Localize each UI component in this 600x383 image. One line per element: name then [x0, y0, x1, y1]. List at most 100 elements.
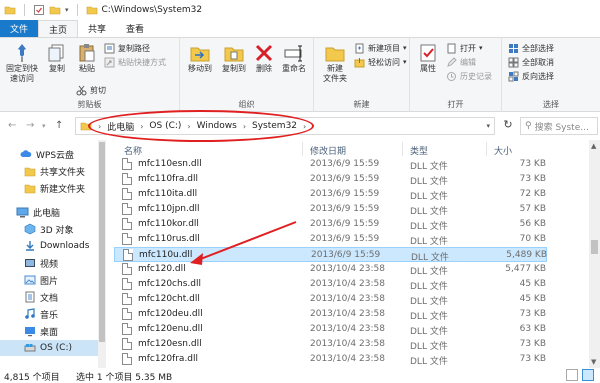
rename-button[interactable]: 重命名	[278, 42, 310, 74]
file-row[interactable]: mfc110u.dll 2013/6/9 15:59 DLL 文件 5,489 KB	[114, 247, 547, 263]
pin-quick-access-button[interactable]: 固定到快 速访问	[4, 42, 40, 84]
file-name: mfc110ita.dll	[138, 189, 198, 199]
breadcrumb-separator-icon[interactable]: ›	[140, 122, 143, 131]
nav-item-new-folder[interactable]: 新建文件夹	[24, 180, 85, 196]
nav-scrollbar[interactable]	[98, 140, 106, 368]
scroll-up-icon[interactable]: ▲	[591, 142, 596, 150]
large-icons-view-icon[interactable]	[582, 369, 594, 381]
forward-arrow-icon[interactable]: →	[26, 120, 34, 131]
easy-access-button[interactable]: 轻松访问 ▾	[354, 57, 407, 68]
easy-access-label: 轻松访问	[368, 58, 400, 67]
open-dropdown-icon: ▾	[479, 44, 483, 52]
nav-item-downloads[interactable]: Downloads	[24, 238, 89, 254]
column-divider[interactable]	[486, 142, 487, 156]
file-row[interactable]: mfc120.dll 2013/10/4 23:58 DLL 文件 5,477 KB	[114, 262, 547, 277]
breadcrumb-system32[interactable]: System32	[252, 121, 297, 131]
file-row[interactable]: mfc120fra.dll 2013/10/4 23:58 DLL 文件 73 KB	[114, 352, 547, 367]
back-arrow-icon[interactable]: ←	[8, 120, 16, 131]
file-name: mfc110kor.dll	[138, 219, 199, 229]
file-row[interactable]: mfc110ita.dll 2013/6/9 15:59 DLL 文件 72 KB	[114, 187, 547, 202]
tab-share[interactable]: 共享	[78, 20, 116, 37]
nav-item-label: WPS云盘	[36, 150, 75, 161]
open-button[interactable]: 打开 ▾	[446, 43, 483, 54]
file-row[interactable]: mfc110jpn.dll 2013/6/9 15:59 DLL 文件 57 KB	[114, 202, 547, 217]
tab-view[interactable]: 查看	[116, 20, 154, 37]
properties-check-icon[interactable]	[33, 4, 45, 16]
nav-item-pictures[interactable]: 图片	[24, 272, 58, 288]
video-icon	[25, 259, 35, 267]
file-row[interactable]: mfc120cht.dll 2013/10/4 23:58 DLL 文件 45 KB	[114, 292, 547, 307]
nav-item-this-pc[interactable]: 此电脑	[16, 204, 60, 220]
column-header-type[interactable]: 类型	[410, 144, 428, 157]
recent-dropdown-icon[interactable]: ▾	[42, 122, 46, 130]
column-divider[interactable]	[302, 142, 303, 156]
paste-label: 粘贴	[79, 64, 95, 73]
breadcrumb-separator-icon[interactable]: ›	[187, 122, 190, 131]
file-row[interactable]: mfc120enu.dll 2013/10/4 23:58 DLL 文件 63 KB	[114, 322, 547, 337]
nav-item-label: 3D 对象	[40, 225, 74, 236]
breadcrumb-this-pc[interactable]: 此电脑	[107, 120, 134, 133]
file-row[interactable]: mfc120deu.dll 2013/10/4 23:58 DLL 文件 73 KB	[114, 307, 547, 322]
column-header-date[interactable]: 修改日期	[310, 144, 346, 157]
search-input[interactable]: ⚲ 搜索 Syste...	[520, 117, 598, 135]
customize-dropdown-icon[interactable]: ▾	[65, 6, 69, 14]
nav-item-documents[interactable]: 文档	[24, 289, 58, 305]
copy-to-button[interactable]: 复制到	[218, 42, 250, 74]
up-arrow-icon[interactable]: ↑	[55, 120, 63, 131]
open-label: 打开	[460, 44, 476, 53]
delete-button[interactable]: 删除	[252, 42, 276, 74]
copy-path-button[interactable]: 复制路径	[104, 43, 150, 54]
file-row[interactable]: mfc120chs.dll 2013/10/4 23:58 DLL 文件 45 KB	[114, 277, 547, 292]
address-bar[interactable]: › 此电脑 › OS (C:) › Windows › System32 › ▾	[75, 117, 495, 135]
properties-button[interactable]: 属性	[414, 42, 442, 74]
nav-item-videos[interactable]: 视频	[24, 255, 58, 271]
cut-button[interactable]: 剪切	[76, 85, 106, 96]
nav-item-wps-cloud[interactable]: WPS云盘	[20, 146, 74, 162]
scroll-down-icon[interactable]: ▼	[591, 358, 596, 366]
address-dropdown-icon[interactable]: ▾	[486, 122, 490, 130]
file-row[interactable]: mfc110rus.dll 2013/6/9 15:59 DLL 文件 70 KB	[114, 232, 547, 247]
file-row[interactable]: mfc110kor.dll 2013/6/9 15:59 DLL 文件 56 KB	[114, 217, 547, 232]
column-header-name[interactable]: 名称	[124, 144, 142, 157]
breadcrumb-separator-icon[interactable]: ›	[303, 122, 306, 131]
breadcrumb-windows[interactable]: Windows	[197, 121, 237, 131]
properties-label: 属性	[420, 64, 436, 73]
new-folder-button[interactable]: 新建 文件夹	[318, 42, 352, 84]
file-row[interactable]: mfc120esn.dll 2013/10/4 23:58 DLL 文件 73 KB	[114, 337, 547, 352]
paste-shortcut-button[interactable]: 粘贴快捷方式	[104, 57, 166, 68]
nav-item-3d-objects[interactable]: 3D 对象	[24, 221, 74, 237]
breadcrumb-separator-icon[interactable]: ›	[98, 122, 101, 131]
file-date: 2013/10/4 23:58	[310, 264, 385, 274]
nav-item-desktop[interactable]: 桌面	[24, 323, 58, 339]
file-type: DLL 文件	[410, 207, 448, 217]
nav-scrollbar-thumb[interactable]	[99, 142, 105, 342]
file-list-scrollbar[interactable]: ▲ ▼	[589, 140, 600, 368]
select-none-button[interactable]: 全部取消	[508, 57, 554, 68]
nav-item-shared-folder[interactable]: 共享文件夹	[24, 163, 85, 179]
dll-file-icon	[122, 278, 132, 290]
column-header-size[interactable]: 大小	[494, 144, 512, 157]
nav-item-label: 音乐	[40, 310, 59, 321]
select-all-button[interactable]: 全部选择	[508, 43, 554, 54]
tab-home[interactable]: 主页	[38, 20, 79, 37]
nav-item-music[interactable]: 音乐	[24, 306, 58, 322]
edit-button[interactable]: 编辑	[446, 57, 476, 68]
dll-file-icon	[122, 173, 132, 185]
file-row[interactable]: mfc110fra.dll 2013/6/9 15:59 DLL 文件 73 KB	[114, 172, 547, 187]
file-row[interactable]: mfc110esn.dll 2013/6/9 15:59 DLL 文件 73 KB	[114, 157, 547, 172]
details-view-icon[interactable]	[566, 369, 578, 381]
new-folder-icon[interactable]	[49, 4, 61, 16]
column-divider[interactable]	[402, 142, 403, 156]
new-item-button[interactable]: 新建项目 ▾	[354, 43, 407, 54]
nav-item-os-drive[interactable]: OS (C:)	[0, 340, 98, 356]
invert-selection-button[interactable]: 反向选择	[508, 71, 554, 82]
paste-button[interactable]: 粘贴	[74, 42, 100, 74]
tab-file[interactable]: 文件	[0, 20, 39, 37]
file-list-scrollbar-thumb[interactable]	[591, 240, 598, 254]
move-to-button[interactable]: 移动到	[184, 42, 216, 74]
history-button[interactable]: 历史记录	[446, 71, 492, 82]
copy-button[interactable]: 复制	[44, 42, 70, 74]
refresh-icon[interactable]: ↻	[500, 118, 516, 134]
breadcrumb-separator-icon[interactable]: ›	[243, 122, 246, 131]
breadcrumb-os-drive[interactable]: OS (C:)	[149, 121, 181, 131]
